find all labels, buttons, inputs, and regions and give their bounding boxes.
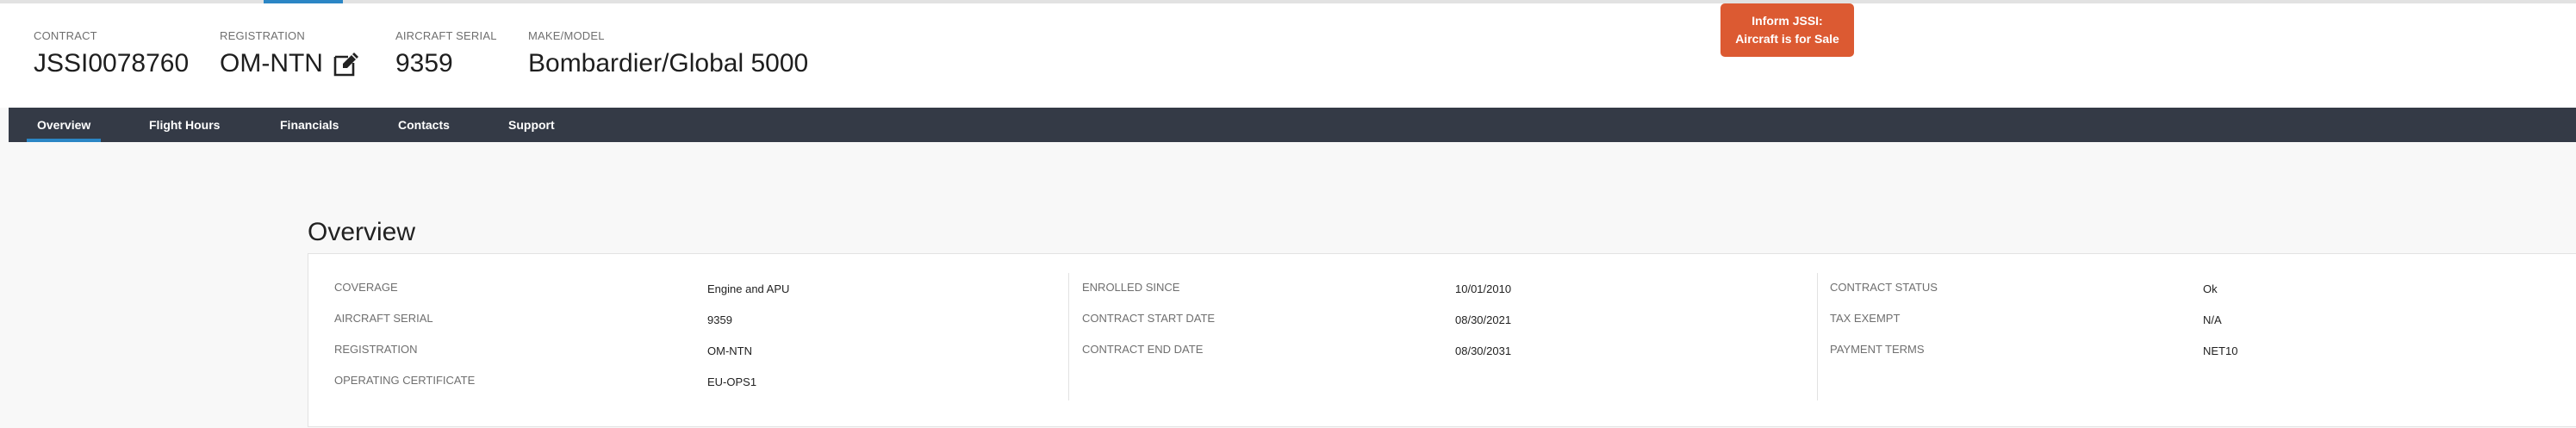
column-divider xyxy=(1817,273,1818,400)
contract-field: CONTRACT JSSI0078760 xyxy=(34,29,189,78)
registration-field: REGISTRATION OM-NTN xyxy=(220,29,361,78)
overview-row-label: CONTRACT END DATE xyxy=(1082,343,1204,356)
registration-value: OM-NTN xyxy=(220,49,323,78)
main-nav: Overview Flight Hours Financials Contact… xyxy=(9,108,2576,142)
overview-row-label: ENROLLED SINCE xyxy=(1082,281,1180,294)
overview-row-value: EU-OPS1 xyxy=(707,375,757,388)
edit-icon[interactable] xyxy=(332,49,361,78)
overview-row-label: PAYMENT TERMS xyxy=(1830,343,1925,356)
overview-title: Overview xyxy=(308,218,416,246)
registration-row: OM-NTN xyxy=(220,49,361,78)
make-model-field: MAKE/MODEL Bombardier/Global 5000 xyxy=(528,29,808,78)
top-divider xyxy=(0,0,2576,3)
overview-panel: COVERAGE Engine and APU AIRCRAFT SERIAL … xyxy=(308,253,2576,427)
registration-label: REGISTRATION xyxy=(220,29,305,42)
overview-row-label: REGISTRATION xyxy=(334,343,418,356)
make-model-label: MAKE/MODEL xyxy=(528,29,605,42)
overview-row-value: Engine and APU xyxy=(707,282,790,295)
overview-row-label: CONTRACT START DATE xyxy=(1082,312,1216,325)
overview-row-label: COVERAGE xyxy=(334,281,398,294)
aircraft-header: CONTRACT JSSI0078760 REGISTRATION OM-NTN… xyxy=(0,0,2576,108)
overview-row-value: NET10 xyxy=(2203,344,2238,357)
overview-row-value: 08/30/2031 xyxy=(1455,344,1512,357)
inform-button-line2: Aircraft is for Sale xyxy=(1735,32,1839,46)
overview-row-label: TAX EXEMPT xyxy=(1830,312,1901,325)
aircraft-serial-value: 9359 xyxy=(395,49,453,78)
overview-row-value: N/A xyxy=(2203,313,2222,326)
tab-overview[interactable]: Overview xyxy=(26,108,102,142)
overview-row-label: AIRCRAFT SERIAL xyxy=(334,312,433,325)
overview-row-label: OPERATING CERTIFICATE xyxy=(334,374,476,387)
inform-aircraft-for-sale-button[interactable]: Inform JSSI: Aircraft is for Sale xyxy=(1720,3,1854,57)
tab-contacts[interactable]: Contacts xyxy=(398,108,450,142)
inform-button-line1: Inform JSSI: xyxy=(1752,14,1823,28)
overview-row-label: CONTRACT STATUS xyxy=(1830,281,1938,294)
tab-support[interactable]: Support xyxy=(508,108,555,142)
overview-row-value: OM-NTN xyxy=(707,344,752,357)
tab-financials[interactable]: Financials xyxy=(280,108,339,142)
overview-row-value: Ok xyxy=(2203,282,2218,295)
tab-flight-hours[interactable]: Flight Hours xyxy=(149,108,220,142)
overview-row-value: 10/01/2010 xyxy=(1455,282,1512,295)
overview-row-value: 08/30/2021 xyxy=(1455,313,1512,326)
top-accent-bar xyxy=(264,0,343,3)
aircraft-serial-field: AIRCRAFT SERIAL 9359 xyxy=(395,29,497,78)
column-divider xyxy=(1068,273,1069,400)
overview-row-value: 9359 xyxy=(707,313,732,326)
aircraft-serial-label: AIRCRAFT SERIAL xyxy=(395,29,497,42)
make-model-value: Bombardier/Global 5000 xyxy=(528,49,809,78)
contract-value: JSSI0078760 xyxy=(34,49,190,78)
contract-label: CONTRACT xyxy=(34,29,97,42)
